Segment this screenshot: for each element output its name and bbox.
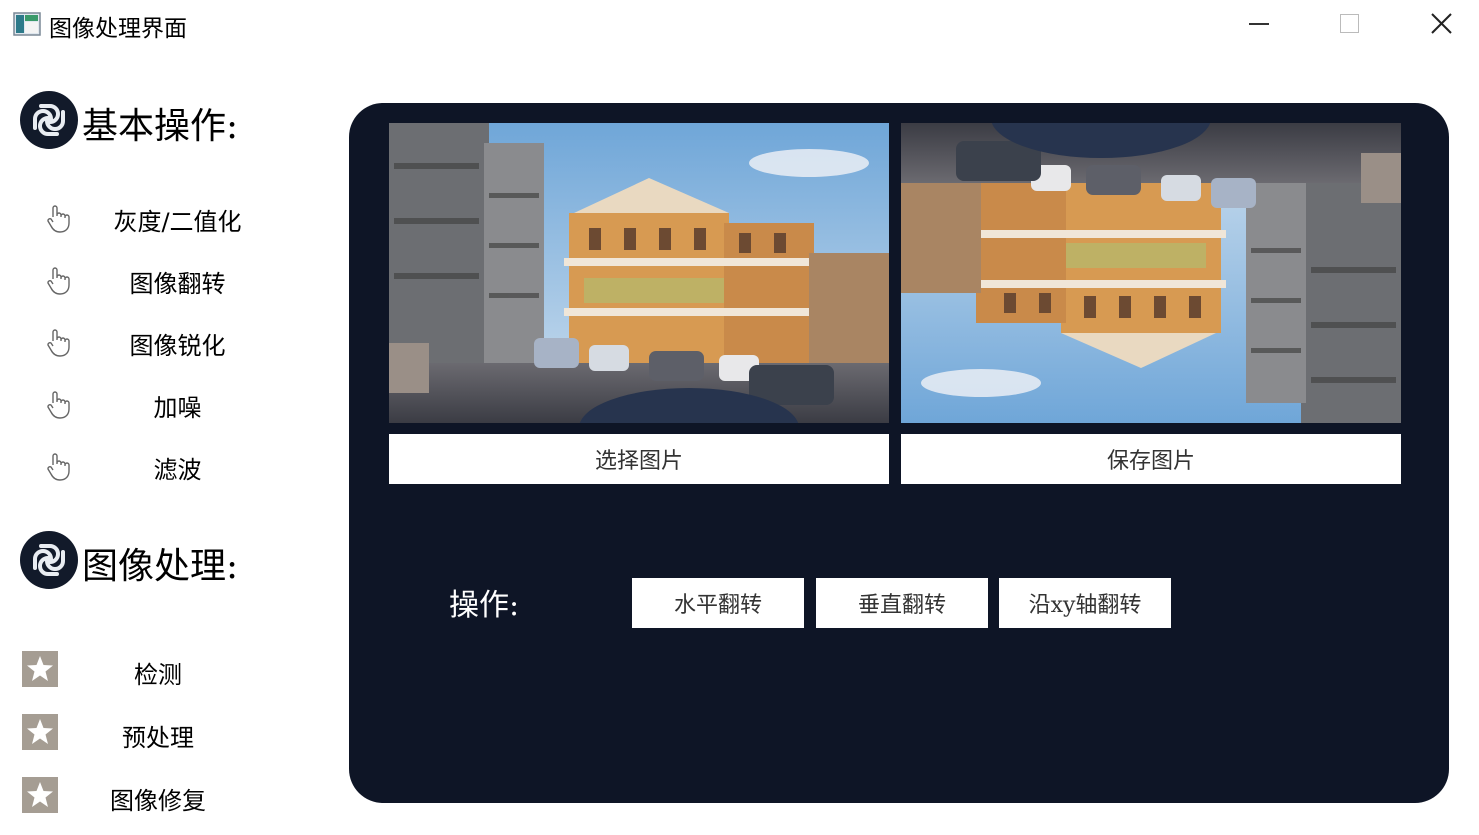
sidebar-item-detect[interactable]: 检测 (22, 651, 262, 697)
window-title: 图像处理界面 (49, 16, 187, 42)
processed-image (901, 123, 1401, 423)
sidebar-item-preprocess[interactable]: 预处理 (22, 714, 262, 760)
vertical-flip-button[interactable]: 垂直翻转 (816, 578, 988, 628)
sidebar-item-label: 图像修复 (110, 787, 206, 815)
sidebar-item-label: 图像锐化 (129, 332, 226, 360)
hand-pointer-icon (47, 329, 70, 357)
sidebar-item-filter[interactable]: 滤波 (40, 444, 280, 488)
knot-logo-icon (20, 91, 78, 149)
sidebar-item-label: 检测 (134, 661, 182, 689)
sidebar-item-label: 滤波 (153, 456, 202, 484)
save-image-button[interactable]: 保存图片 (901, 434, 1401, 484)
sidebar-item-grayscale[interactable]: 灰度/二值化 (40, 196, 280, 240)
sidebar-item-label: 预处理 (122, 724, 194, 752)
app-icon (13, 12, 41, 36)
hand-pointer-icon (47, 391, 70, 419)
sidebar-item-label: 图像翻转 (129, 270, 226, 298)
operation-label: 操作: (449, 588, 520, 623)
sidebar-item-restore[interactable]: 图像修复 (22, 777, 262, 823)
star-icon (22, 777, 58, 813)
section-title-processing: 图像处理: (82, 546, 239, 587)
maximize-button[interactable] (1303, 0, 1393, 48)
knot-logo-icon (20, 531, 78, 589)
sidebar-item-label: 加噪 (153, 394, 202, 422)
original-image (389, 123, 889, 423)
xy-flip-button[interactable]: 沿xy轴翻转 (999, 578, 1171, 628)
section-title-basic: 基本操作: (82, 106, 239, 147)
close-icon (1431, 13, 1452, 34)
star-icon (22, 714, 58, 750)
horizontal-flip-button[interactable]: 水平翻转 (632, 578, 804, 628)
sidebar-item-flip[interactable]: 图像翻转 (40, 258, 280, 302)
sidebar-item-label: 灰度/二值化 (113, 208, 242, 236)
hand-pointer-icon (47, 453, 70, 481)
hand-pointer-icon (47, 205, 70, 233)
main-panel: 选择图片 保存图片 操作: 水平翻转 垂直翻转 沿xy轴翻转 (349, 103, 1449, 803)
minimize-button[interactable] (1213, 0, 1303, 48)
select-image-button[interactable]: 选择图片 (389, 434, 889, 484)
star-icon (22, 651, 58, 687)
title-bar: 图像处理界面 (0, 0, 1479, 48)
close-button[interactable] (1395, 0, 1479, 48)
sidebar-item-sharpen[interactable]: 图像锐化 (40, 320, 280, 364)
hand-pointer-icon (47, 267, 70, 295)
sidebar-item-noise[interactable]: 加噪 (40, 382, 280, 426)
